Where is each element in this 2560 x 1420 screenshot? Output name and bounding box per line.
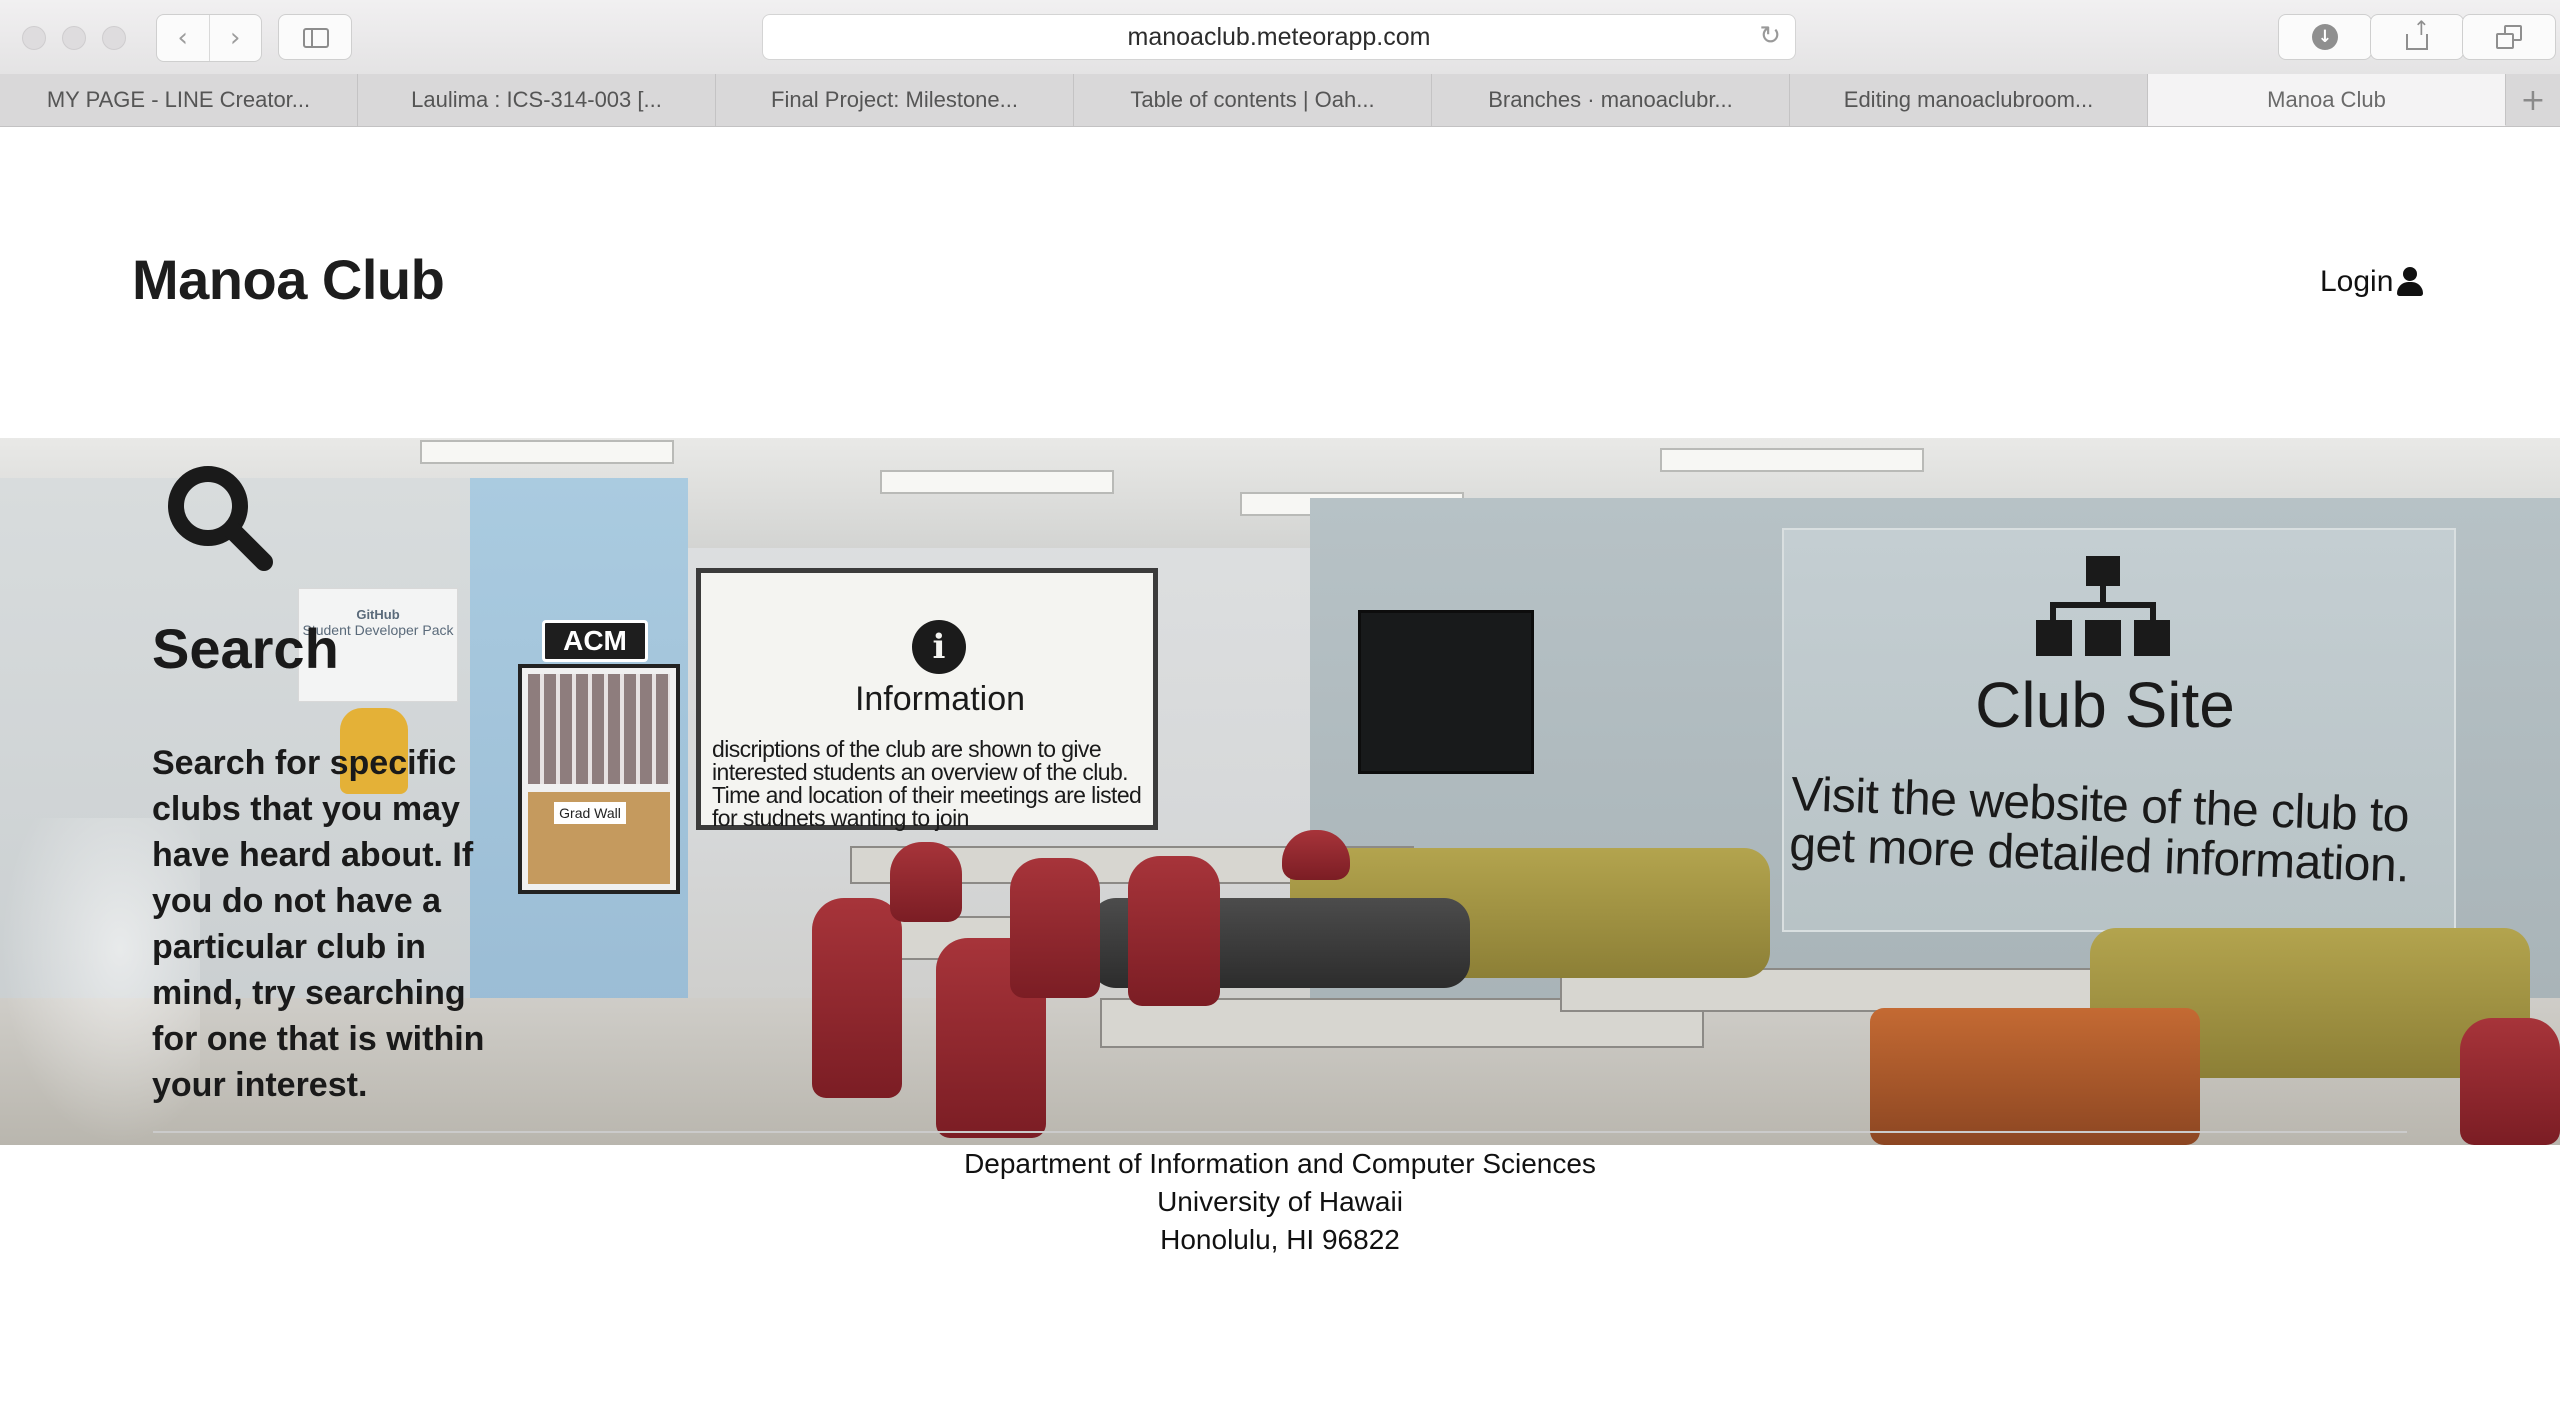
sidebar-icon[interactable]	[278, 14, 352, 60]
tab-final-project[interactable]: Final Project: Milestone...	[716, 74, 1074, 126]
tab-laulima[interactable]: Laulima : ICS-314-003 [...	[358, 74, 716, 126]
acm-sign: ACM	[542, 620, 648, 662]
back-icon[interactable]: ‹	[157, 15, 209, 61]
red-chair	[812, 898, 902, 1098]
browser-toolbar: ‹ › manoaclub.meteorapp.com ↻ ↓ ↑	[0, 0, 2560, 75]
hero-banner: GitHub Student Developer Pack ACM Grad W…	[0, 438, 2560, 1145]
red-chair	[1128, 856, 1220, 1006]
search-description: Search for specific clubs that you may h…	[152, 744, 485, 1104]
tabs-overview-icon	[2496, 25, 2522, 49]
footer-department: Department of Information and Computer S…	[964, 1148, 1596, 1179]
red-chair	[890, 842, 962, 922]
tab-branches[interactable]: Branches · manoaclubr...	[1432, 74, 1790, 126]
download-icon: ↓	[2312, 24, 2338, 50]
zoom-window-button[interactable]	[102, 26, 126, 50]
download-button[interactable]: ↓	[2278, 14, 2372, 60]
minimize-window-button[interactable]	[62, 26, 86, 50]
footer-address: Honolulu, HI 96822	[1160, 1224, 1400, 1255]
red-chair	[2460, 1018, 2560, 1145]
info-icon: i	[912, 620, 966, 674]
tabs-overview-button[interactable]	[2462, 14, 2556, 60]
tab-line-creator[interactable]: MY PAGE - LINE Creator...	[0, 74, 358, 126]
footer-divider	[153, 1131, 2407, 1133]
forward-icon[interactable]: ›	[208, 15, 262, 61]
footer-university: University of Hawaii	[1157, 1186, 1403, 1217]
footer: Department of Information and Computer S…	[0, 1145, 2560, 1259]
login-link[interactable]: Login	[2320, 265, 2425, 299]
reload-icon[interactable]: ↻	[1759, 21, 1781, 51]
tab-table-of-contents[interactable]: Table of contents | Oah...	[1074, 74, 1432, 126]
page-content: Manoa Club Login GitHub Student Develope…	[0, 127, 2560, 1420]
sitemap-icon	[2036, 556, 2170, 656]
share-icon: ↑	[2406, 16, 2430, 50]
address-bar[interactable]: manoaclub.meteorapp.com ↻	[762, 14, 1796, 60]
history-nav: ‹ ›	[156, 14, 262, 62]
close-window-button[interactable]	[22, 26, 46, 50]
url-text: manoaclub.meteorapp.com	[1127, 22, 1431, 51]
wall-tv	[1358, 610, 1534, 774]
tab-bar: MY PAGE - LINE Creator... Laulima : ICS-…	[0, 74, 2560, 127]
red-chair	[1010, 858, 1100, 998]
site-title[interactable]: Manoa Club	[132, 247, 445, 312]
search-icon	[168, 466, 273, 571]
tab-manoa-club[interactable]: Manoa Club	[2148, 74, 2506, 126]
information-description: discriptions of the club are shown to gi…	[712, 736, 1142, 831]
search-title: Search	[152, 617, 339, 680]
acm-bulletin-board: Grad Wall	[518, 664, 680, 894]
club-site-title: Club Site	[1975, 669, 2235, 741]
orange-armchair	[1870, 1008, 2200, 1145]
user-icon	[2395, 267, 2425, 297]
tab-editing[interactable]: Editing manoaclubroom...	[1790, 74, 2148, 126]
grad-wall-sign: Grad Wall	[554, 802, 626, 824]
share-button[interactable]: ↑	[2370, 14, 2464, 60]
new-tab-icon[interactable]: +	[2506, 74, 2560, 126]
information-title: Information	[854, 680, 1026, 718]
login-label: Login	[2320, 265, 2394, 298]
